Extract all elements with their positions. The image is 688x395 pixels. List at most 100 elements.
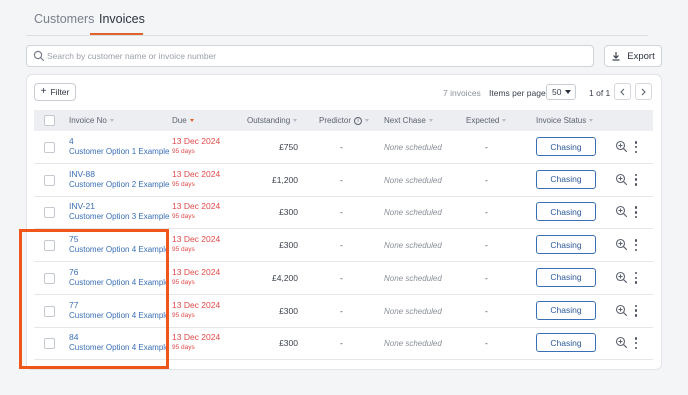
- predictor-value: -: [340, 142, 343, 152]
- invoice-status-button[interactable]: Chasing: [536, 300, 596, 320]
- prev-page-button[interactable]: [614, 83, 631, 100]
- zoom-in-icon[interactable]: [615, 271, 628, 284]
- page-info: 1 of 1: [589, 88, 611, 98]
- zoom-in-icon[interactable]: [615, 140, 628, 153]
- zoom-in-icon[interactable]: [615, 173, 628, 186]
- more-vertical-icon[interactable]: [634, 336, 638, 350]
- table-row: INV-88 Customer Option 2 Example 13 Dec 20…: [34, 164, 653, 197]
- column-outstanding[interactable]: Outstanding: [247, 116, 298, 125]
- more-vertical-icon[interactable]: [634, 205, 638, 219]
- next-chase-value: None scheduled: [384, 339, 442, 349]
- highlight-annotation: [19, 229, 169, 369]
- column-due[interactable]: Due: [172, 116, 194, 125]
- more-vertical-icon[interactable]: [634, 304, 638, 318]
- invoice-status-button[interactable]: Chasing: [536, 333, 596, 353]
- column-predictor-label: Predictor: [319, 116, 352, 125]
- invoice-status-button[interactable]: Chasing: [536, 267, 596, 287]
- column-next-chase[interactable]: Next Chase: [384, 116, 433, 125]
- items-per-page-select[interactable]: 50: [546, 84, 576, 100]
- sort-desc-icon: [189, 119, 194, 122]
- sort-icon: [109, 119, 114, 122]
- sort-icon: [502, 119, 507, 122]
- expected-value: -: [485, 305, 488, 316]
- overdue-days: 95 days: [172, 344, 195, 352]
- due-date: 13 Dec 2024: [172, 234, 221, 245]
- invoice-status-button[interactable]: Chasing: [536, 137, 596, 156]
- next-page-button[interactable]: [635, 83, 652, 100]
- tab-invoices[interactable]: Invoices: [99, 12, 145, 26]
- tab-customers[interactable]: Customers: [34, 12, 94, 26]
- column-predictor[interactable]: Predictor i: [319, 116, 370, 125]
- column-next-chase-label: Next Chase: [384, 116, 426, 125]
- sort-icon: [293, 119, 298, 122]
- search-box[interactable]: [26, 45, 594, 67]
- invoice-status-button[interactable]: Chasing: [536, 169, 596, 189]
- overdue-days: 95 days: [172, 213, 195, 221]
- export-label: Export: [627, 50, 655, 62]
- overdue-days: 95 days: [172, 278, 195, 286]
- customer-link[interactable]: Customer Option 3 Example: [69, 212, 170, 221]
- plus-icon: +: [40, 86, 47, 97]
- column-invoice-status[interactable]: Invoice Status: [536, 116, 594, 125]
- outstanding-amount: £300: [279, 338, 298, 349]
- expected-value: -: [485, 272, 488, 283]
- invoice-count: 7 invoices: [443, 88, 481, 98]
- chevron-right-icon: [641, 88, 646, 95]
- invoice-status-button[interactable]: Chasing: [536, 202, 596, 222]
- row-checkbox[interactable]: [44, 207, 55, 219]
- filter-button[interactable]: + Filter: [34, 83, 76, 101]
- zoom-in-icon[interactable]: [615, 238, 628, 251]
- items-per-page-value: 50: [552, 87, 562, 97]
- select-all-checkbox[interactable]: [44, 115, 55, 126]
- due-date: 13 Dec 2024: [172, 168, 221, 179]
- export-button[interactable]: Export: [604, 45, 662, 67]
- predictor-value: -: [340, 207, 343, 218]
- filter-label: Filter: [50, 87, 70, 97]
- customer-link[interactable]: Customer Option 1 Example: [69, 147, 170, 156]
- zoom-in-icon[interactable]: [615, 205, 628, 218]
- next-chase-value: None scheduled: [384, 241, 442, 251]
- overdue-days: 95 days: [172, 246, 195, 254]
- zoom-in-icon[interactable]: [615, 304, 628, 317]
- outstanding-amount: £4,200: [272, 272, 298, 283]
- more-vertical-icon[interactable]: [634, 238, 638, 252]
- predictor-value: -: [340, 305, 343, 316]
- column-invoice-no[interactable]: Invoice No: [69, 116, 114, 125]
- column-invoice-status-label: Invoice Status: [536, 116, 587, 125]
- more-vertical-icon[interactable]: [634, 271, 638, 285]
- row-checkbox[interactable]: [44, 174, 55, 186]
- download-icon: [612, 52, 620, 61]
- customer-link[interactable]: Customer Option 2 Example: [69, 180, 170, 189]
- more-vertical-icon[interactable]: [634, 140, 638, 154]
- zoom-in-icon[interactable]: [615, 336, 628, 349]
- active-tab-indicator: [90, 33, 143, 35]
- invoice-number-link[interactable]: INV-88: [69, 169, 95, 179]
- table-row: INV-21 Customer Option 3 Example 13 Dec 20…: [34, 196, 653, 230]
- due-date: 13 Dec 2024: [172, 332, 221, 343]
- invoice-status-button[interactable]: Chasing: [536, 235, 596, 255]
- outstanding-amount: £300: [279, 240, 298, 251]
- items-per-page-label: Items per page:: [489, 88, 549, 98]
- outstanding-amount: £1,200: [272, 174, 298, 185]
- invoice-number-link[interactable]: INV-21: [69, 201, 95, 211]
- search-icon: [33, 50, 45, 62]
- predictor-value: -: [340, 338, 343, 349]
- predictor-value: -: [340, 240, 343, 251]
- expected-value: -: [485, 338, 488, 349]
- info-icon[interactable]: i: [354, 116, 363, 125]
- table-row: 4 Customer Option 1 Example 13 Dec 2024 95 …: [34, 131, 653, 164]
- overdue-days: 95 days: [172, 180, 195, 188]
- column-expected[interactable]: Expected: [466, 116, 507, 125]
- outstanding-amount: £300: [279, 305, 298, 316]
- expected-value: -: [485, 174, 488, 185]
- search-input[interactable]: [47, 48, 587, 64]
- due-date: 13 Dec 2024: [172, 299, 221, 310]
- column-due-label: Due: [172, 116, 187, 125]
- invoice-number-link[interactable]: 4: [69, 136, 74, 146]
- more-vertical-icon[interactable]: [634, 173, 638, 187]
- next-chase-value: None scheduled: [384, 143, 442, 152]
- next-chase-value: None scheduled: [384, 208, 442, 218]
- overdue-days: 95 days: [172, 148, 195, 155]
- chevron-down-icon: [565, 90, 572, 94]
- row-checkbox[interactable]: [44, 142, 55, 153]
